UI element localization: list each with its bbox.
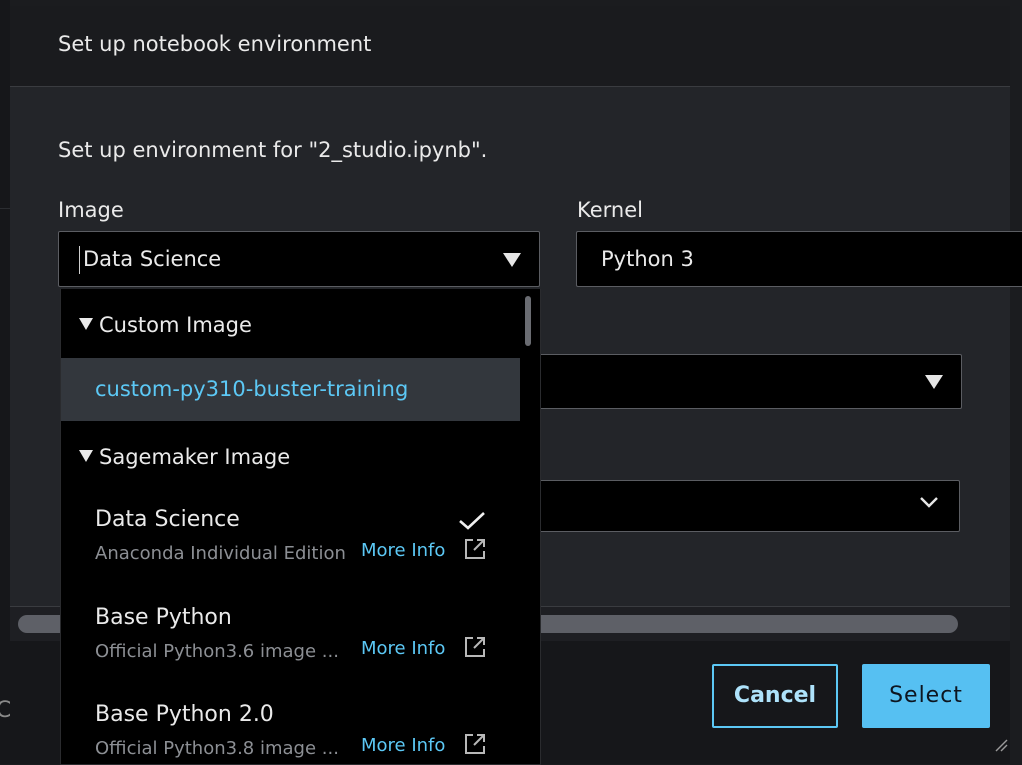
background-divider [0,208,10,209]
option-name: custom-py310-buster-training [95,377,409,401]
cancel-button[interactable]: Cancel [712,664,838,728]
option-description: Anaconda Individual Edition [95,543,346,564]
external-link-icon[interactable] [463,732,487,756]
modal-subtitle: Set up environment for "2_studio.ipynb". [58,138,488,162]
chevron-down-icon[interactable] [919,495,939,509]
caret-down-icon[interactable] [925,375,943,389]
more-info-link[interactable]: More Info [361,540,445,561]
caret-down-icon [79,450,93,462]
kernel-label: Kernel [577,198,643,222]
modal-header: Set up notebook environment [10,6,1010,87]
kernel-select-value: Python 3 [601,247,694,271]
dropdown-option-base-python-2[interactable]: Base Python 2.0 Official Python3.8 image… [61,702,520,764]
text-cursor [79,246,80,274]
group-header-sagemaker-image[interactable]: Sagemaker Image [79,445,290,469]
caret-down-icon [79,318,93,330]
dropdown-option-custom-py310[interactable]: custom-py310-buster-training [61,358,520,421]
external-link-icon[interactable] [463,537,487,561]
dropdown-option-base-python[interactable]: Base Python Official Python3.6 image ...… [61,605,520,701]
modal-title: Set up notebook environment [58,32,372,56]
startup-script-select[interactable] [520,480,960,532]
option-name: Data Science [95,507,240,532]
check-icon [459,512,485,530]
background-panel [0,0,10,764]
more-info-link[interactable]: More Info [361,735,445,756]
more-info-link[interactable]: More Info [361,638,445,659]
option-name: Base Python 2.0 [95,702,274,727]
image-dropdown-menu: Custom Image custom-py310-buster-trainin… [60,289,541,765]
group-label: Custom Image [99,313,252,337]
group-header-custom-image[interactable]: Custom Image [79,313,252,337]
dropdown-scrollbar-thumb[interactable] [525,296,531,346]
group-label: Sagemaker Image [99,445,291,469]
option-description: Official Python3.8 image ... [95,738,339,759]
dropdown-option-data-science[interactable]: Data Science Anaconda Individual Edition… [61,507,520,603]
kernel-select[interactable]: Python 3 [576,231,1022,287]
caret-down-icon[interactable] [503,253,521,267]
option-name: Base Python [95,605,232,630]
image-label: Image [58,198,124,222]
option-description: Official Python3.6 image ... [95,641,339,662]
external-link-icon[interactable] [463,635,487,659]
select-button[interactable]: Select [862,664,990,728]
instance-type-select[interactable] [520,354,962,409]
image-select[interactable]: Data Science [58,231,540,287]
image-select-value: Data Science [83,247,222,271]
resize-handle-icon[interactable] [994,738,1008,752]
